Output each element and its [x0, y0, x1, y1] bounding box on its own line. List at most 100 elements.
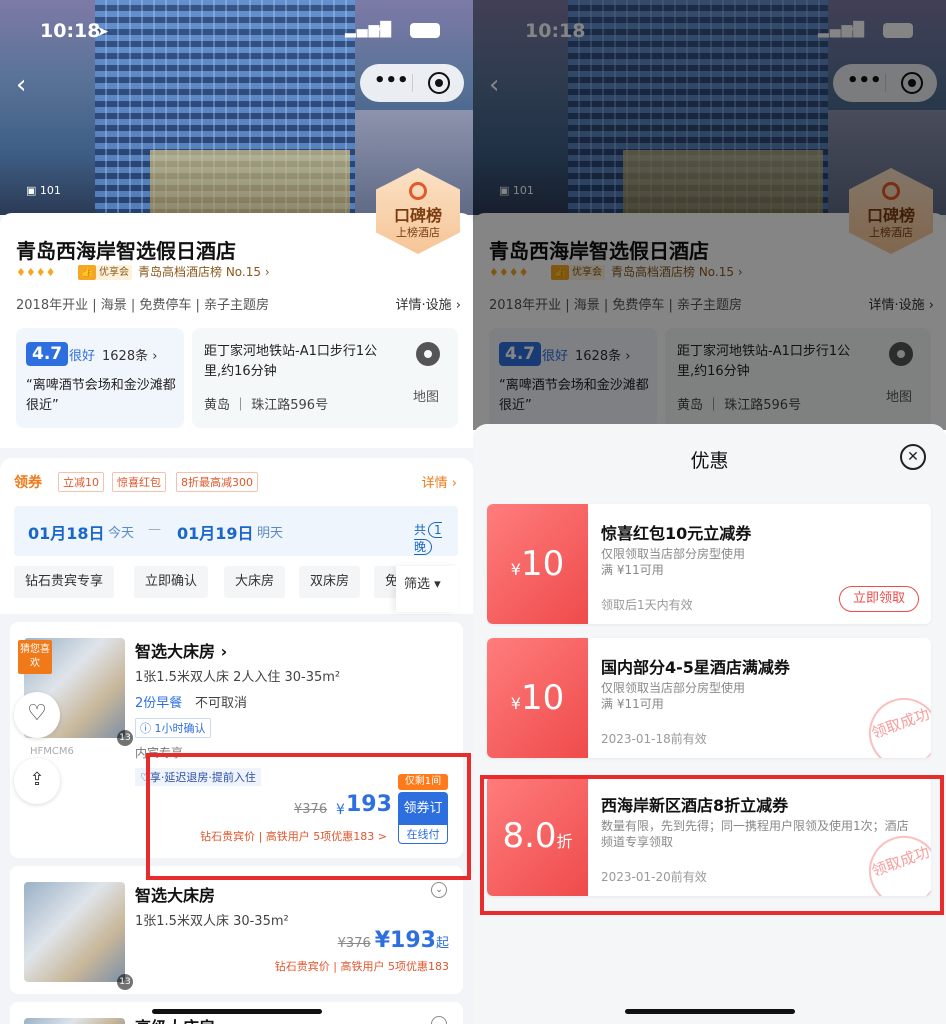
- coupon-desc: 仅限领取当店部分房型使用 满 ¥11可用: [601, 547, 746, 577]
- modal-backdrop[interactable]: [473, 0, 946, 430]
- score-word: 很好: [69, 349, 96, 364]
- coupon-value: 10: [520, 678, 565, 718]
- confirm-time-text: 1小时确认: [154, 722, 206, 735]
- rank-text: 青岛高档酒店榜 No.15: [138, 265, 262, 279]
- filter-chip[interactable]: 钻石贵宾专享: [14, 566, 115, 598]
- location-arrow-icon: ➤: [97, 24, 109, 40]
- home-indicator: [625, 1009, 795, 1014]
- vip-discount-line[interactable]: 钻石贵宾价 | 高铁用户 5项优惠183: [275, 958, 449, 974]
- chevron-down-icon[interactable]: ⌄: [431, 882, 447, 898]
- room-card[interactable]: 13 智选大床房 ⌄ 1张1.5米双人床 30-35m² ¥376 ¥193起 钻…: [10, 866, 463, 994]
- room-desc: 1张1.5米双人床 30-35m²: [135, 914, 289, 929]
- photo-count[interactable]: ▣ 101: [26, 184, 61, 197]
- room-title[interactable]: 高级大床房: [135, 1014, 215, 1024]
- room-photo[interactable]: 13: [24, 882, 133, 990]
- coupon-detail-text: 详情: [421, 476, 448, 491]
- filter-chip[interactable]: 大床房: [224, 566, 286, 598]
- home-indicator: [152, 1009, 322, 1014]
- discount-sheet: 优惠 ✕ ¥10 惊喜红包10元立减券 仅限领取当店部分房型使用 满 ¥11可用…: [473, 424, 946, 1024]
- capsule-divider: [412, 74, 413, 92]
- map-pin-icon[interactable]: [416, 342, 440, 366]
- nights-count: 共 1晚: [414, 521, 458, 555]
- review-quote: “离啤酒节会场和金沙滩都很近”: [26, 378, 176, 413]
- coupon-card[interactable]: ¥10 国内部分4-5星酒店满减券 仅限领取当店部分房型使用 满 ¥11可用 2…: [487, 638, 931, 758]
- coupon-expiry: 领取后1天内有效: [601, 598, 693, 612]
- room-code: HFMCM6: [30, 746, 74, 757]
- coupon-amount: ¥10: [487, 678, 588, 718]
- map-label[interactable]: 地图: [413, 386, 439, 405]
- hotel-info-card: 青岛西海岸智选假日酒店 ♦♦♦♦ 👍 优享会 青岛高档酒店榜 No.15 › 2…: [0, 213, 473, 448]
- score-badge: 4.7: [26, 342, 69, 366]
- coupon-detail-link[interactable]: 详情 ›: [422, 472, 457, 491]
- metro-distance: 距丁家河地铁站-A1口步行1公里,约16分钟: [204, 344, 378, 379]
- thumb-icon: 👍: [78, 265, 97, 280]
- detail-link-text: 详情·设施: [395, 298, 452, 313]
- currency-prefix: ¥: [510, 560, 521, 579]
- close-icon[interactable]: ✕: [900, 444, 926, 470]
- highlight-box: [146, 753, 471, 880]
- coupon-label[interactable]: 领券: [14, 472, 42, 492]
- currency-prefix: ¥: [510, 694, 521, 713]
- filter-chip[interactable]: 双床房: [299, 566, 361, 598]
- wifi-icon: ◠: [378, 20, 392, 39]
- share-icon[interactable]: ⇪: [14, 758, 60, 804]
- room-title[interactable]: 智选大床房 ›: [135, 638, 227, 662]
- diamond-rating-icon: ♦♦♦♦: [16, 266, 56, 279]
- photo-count-text: 101: [39, 184, 61, 197]
- close-target-icon[interactable]: [428, 72, 450, 94]
- back-chevron-icon[interactable]: ‹: [16, 70, 26, 100]
- status-bar: 10:18 ➤ ▂▄▆█ ◠: [0, 20, 473, 44]
- coupon-title: 国内部分4-5星酒店满减券: [601, 658, 790, 677]
- battery-icon: [410, 23, 440, 38]
- coupon-amount-panel: ¥10: [487, 638, 588, 758]
- reputation-logo-icon: [409, 182, 427, 200]
- street-address: 黄岛 ｜ 珠江路596号: [204, 398, 329, 413]
- more-dots-icon[interactable]: •••: [374, 70, 409, 91]
- miniprogram-capsule[interactable]: •••: [360, 64, 464, 102]
- coupon-tag[interactable]: 立减10: [58, 472, 104, 492]
- coupon-tag[interactable]: 8折最高减300: [176, 472, 258, 492]
- room-price: ¥376 ¥193起: [338, 928, 449, 953]
- date-selector[interactable]: 01月18日 今天 — 01月19日 明天 共 1晚: [14, 506, 458, 556]
- rank-link[interactable]: 青岛高档酒店榜 No.15 ›: [138, 263, 270, 280]
- room-title[interactable]: 智选大床房: [135, 882, 215, 906]
- favorite-heart-icon[interactable]: ♡: [14, 692, 60, 738]
- status-time: 10:18: [40, 20, 101, 42]
- coupon-tag[interactable]: 惊喜红包: [112, 472, 166, 492]
- claim-button[interactable]: 立即领取: [839, 586, 919, 612]
- confirm-time-tag: ⓘ 1小时确认: [135, 718, 211, 738]
- booking-panel: 领券 立减10 惊喜红包 8折最高减300 详情 › 01月18日 今天 — 0…: [0, 458, 473, 614]
- badge-title: 口碑榜: [393, 206, 442, 225]
- review-count-text: 1628条: [102, 349, 149, 364]
- recommend-tag: 猜您喜欢: [18, 640, 52, 674]
- rating-card[interactable]: 4.7 很好 1628条 › “离啤酒节会场和金沙滩都很近”: [16, 328, 184, 428]
- coupon-amount-panel: ¥10: [487, 504, 588, 624]
- photo-count-badge: 13: [117, 974, 133, 990]
- photo-count-badge: 13: [117, 730, 133, 746]
- sheet-title: 优惠: [690, 450, 729, 472]
- phone-screen-left: 10:18 ➤ ▂▄▆█ ◠ ‹ ••• ▣ 101 青岛西海岸智选假日酒店 ♦…: [0, 0, 473, 1024]
- detail-facilities-link[interactable]: 详情·设施 ›: [396, 294, 461, 313]
- checkin-day: 今天: [108, 526, 135, 541]
- date-dash: —: [148, 522, 161, 537]
- coupon-card[interactable]: ¥10 惊喜红包10元立减券 仅限领取当店部分房型使用 满 ¥11可用 领取后1…: [487, 504, 931, 624]
- room-title-text: 智选大床房: [135, 642, 216, 661]
- cancel-policy: 不可取消: [195, 696, 248, 711]
- coupon-value: 10: [520, 544, 565, 584]
- room-photo[interactable]: [24, 1018, 125, 1024]
- coupon-expiry: 2023-01-18前有效: [601, 732, 707, 746]
- filter-chip[interactable]: 立即确认: [134, 566, 209, 598]
- hotel-name: 青岛西海岸智选假日酒店: [16, 239, 236, 263]
- room-desc: 1张1.5米双人床 2人入住 30-35m²: [135, 670, 341, 685]
- chevron-down-icon[interactable]: ⌄: [431, 1016, 447, 1024]
- filter-button[interactable]: 筛选 ▾: [396, 566, 458, 612]
- review-count: 1628条 ›: [102, 349, 158, 364]
- highlight-box: [480, 775, 944, 915]
- lobby-light: [150, 150, 350, 215]
- total-label: 共: [414, 523, 427, 537]
- address-card[interactable]: 距丁家河地铁站-A1口步行1公里,约16分钟 黄岛 ｜ 珠江路596号 地图: [192, 328, 458, 428]
- hotel-tags: 2018年开业 | 海景 | 免费停车 | 亲子主题房: [16, 298, 270, 313]
- coupon-amount: ¥10: [487, 544, 588, 584]
- vip-tag: 优享会: [96, 265, 132, 280]
- checkout-date: 01月19日: [177, 524, 254, 543]
